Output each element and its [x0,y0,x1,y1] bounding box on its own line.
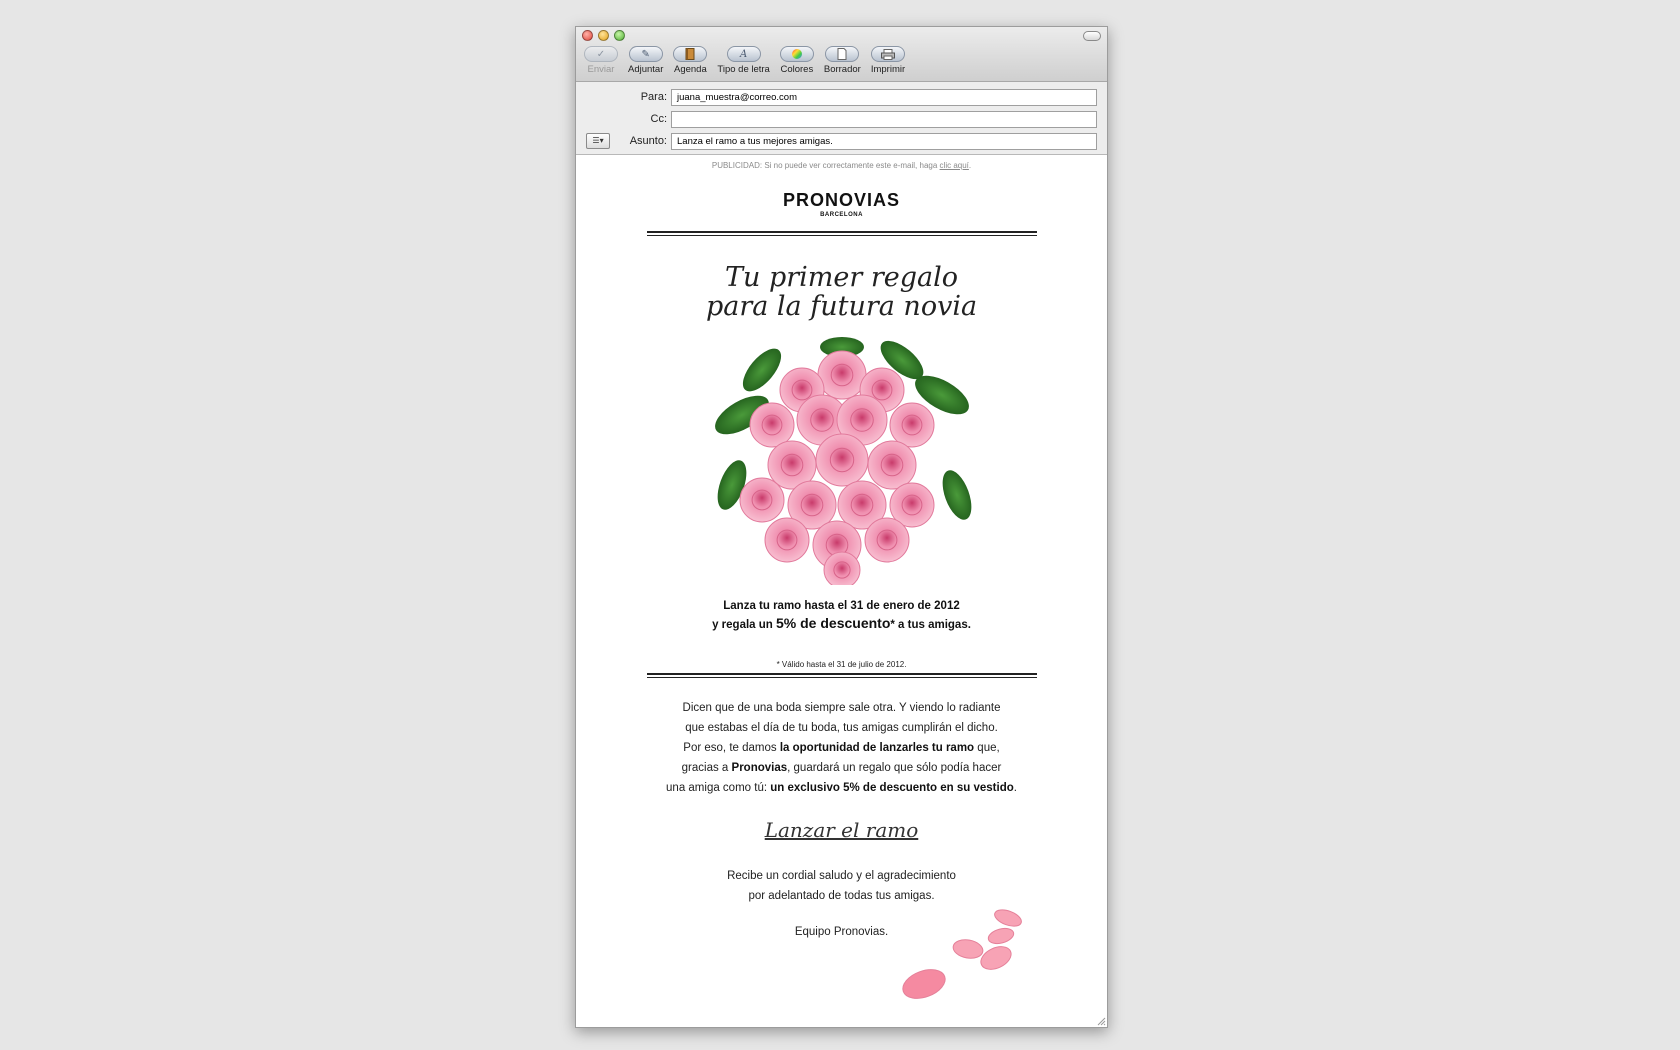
ad-end: . [968,161,972,170]
draft-icon [825,46,860,62]
headline-line-1: Tu primer regalo [724,262,959,293]
printer-icon [870,46,905,62]
cc-label: Cc: [650,113,668,125]
minimize-button[interactable] [598,30,609,41]
discount-highlight: 5% de descuento [776,615,891,631]
rose [815,433,868,487]
rose [749,402,794,448]
validity-footnote: * Válido hasta el 31 de julio de 2012. [776,660,907,669]
toolbar-toggle-button[interactable] [1083,31,1101,41]
subject-field[interactable]: Lanza el ramo a tus mejores amigas. [671,132,1097,150]
headline-line-2: para la futura novia [705,291,978,322]
message-header: Para: juana_muestra@correo.com Cc: ☰▾ As… [576,82,1107,155]
close-button[interactable] [582,30,593,41]
ad-text: PUBLICIDAD: Si no puede ver correctament… [711,161,938,170]
window-controls [582,30,625,41]
print-button[interactable]: Imprimir [871,46,905,75]
colors-button[interactable]: Colores [779,46,814,75]
font-icon: A [726,46,761,62]
address-book-icon [673,46,708,62]
subject-label: Asunto: [629,135,667,147]
fonts-button[interactable]: A Tipo de letra [717,46,770,75]
rose [867,440,916,490]
rose [739,477,784,523]
color-wheel-icon [779,46,814,62]
email-body: PUBLICIDAD: Si no puede ver correctament… [576,161,1107,999]
offer-text: Lanza tu ramo hasta el 31 de enero de 20… [576,598,1107,634]
brand-subtitle: BARCELONA [820,212,863,218]
mail-compose-window: ✓ Enviar ✎ Adjuntar Agenda A Tipo de let… [575,26,1108,1028]
resize-grip-icon[interactable] [1096,1016,1106,1026]
throw-bouquet-link[interactable]: Lanzar el ramo [765,818,919,842]
attach-button[interactable]: ✎ Adjuntar [628,46,663,75]
send-icon: ✓ [584,46,618,62]
toolbar: ✓ Enviar ✎ Adjuntar Agenda A Tipo de let… [584,46,915,75]
subject-row: Asunto: Lanza el ramo a tus mejores amig… [576,132,1097,150]
offer-line-1: Lanza tu ramo hasta el 31 de enero de 20… [723,600,960,612]
rose [864,517,909,563]
offer-line-2: y regala un 5% de descuento* a tus amiga… [712,615,971,631]
message-paragraph: Dicen que de una boda siempre sale otra.… [666,702,1017,794]
rose [889,402,934,448]
ad-link[interactable]: clic aquí [940,161,969,170]
draft-button[interactable]: Borrador [824,46,861,75]
rose [823,551,860,585]
to-field[interactable]: juana_muestra@correo.com [671,88,1097,106]
headline: Tu primer regalo para la futura novia [576,263,1107,321]
closing-text: Recibe un cordial saludo y el agradecimi… [727,870,956,902]
divider [646,673,1037,678]
rose [817,350,866,400]
address-book-button[interactable]: Agenda [673,46,708,75]
to-label: Para: [640,91,667,103]
rose-petals-image [902,909,1022,999]
zoom-button[interactable] [614,30,625,41]
rose [764,517,809,563]
rose-bouquet-image [714,337,971,585]
send-button[interactable]: ✓ Enviar [584,46,618,75]
brand-logo: PRONOVIAS [782,190,901,210]
paperclip-icon: ✎ [628,46,663,62]
ad-notice: PUBLICIDAD: Si no puede ver correctament… [576,161,1107,170]
cc-field[interactable] [671,110,1097,128]
divider [646,231,1037,236]
cc-row: Cc: [576,110,1097,128]
to-row: Para: juana_muestra@correo.com [576,88,1097,106]
title-bar: ✓ Enviar ✎ Adjuntar Agenda A Tipo de let… [576,27,1107,82]
